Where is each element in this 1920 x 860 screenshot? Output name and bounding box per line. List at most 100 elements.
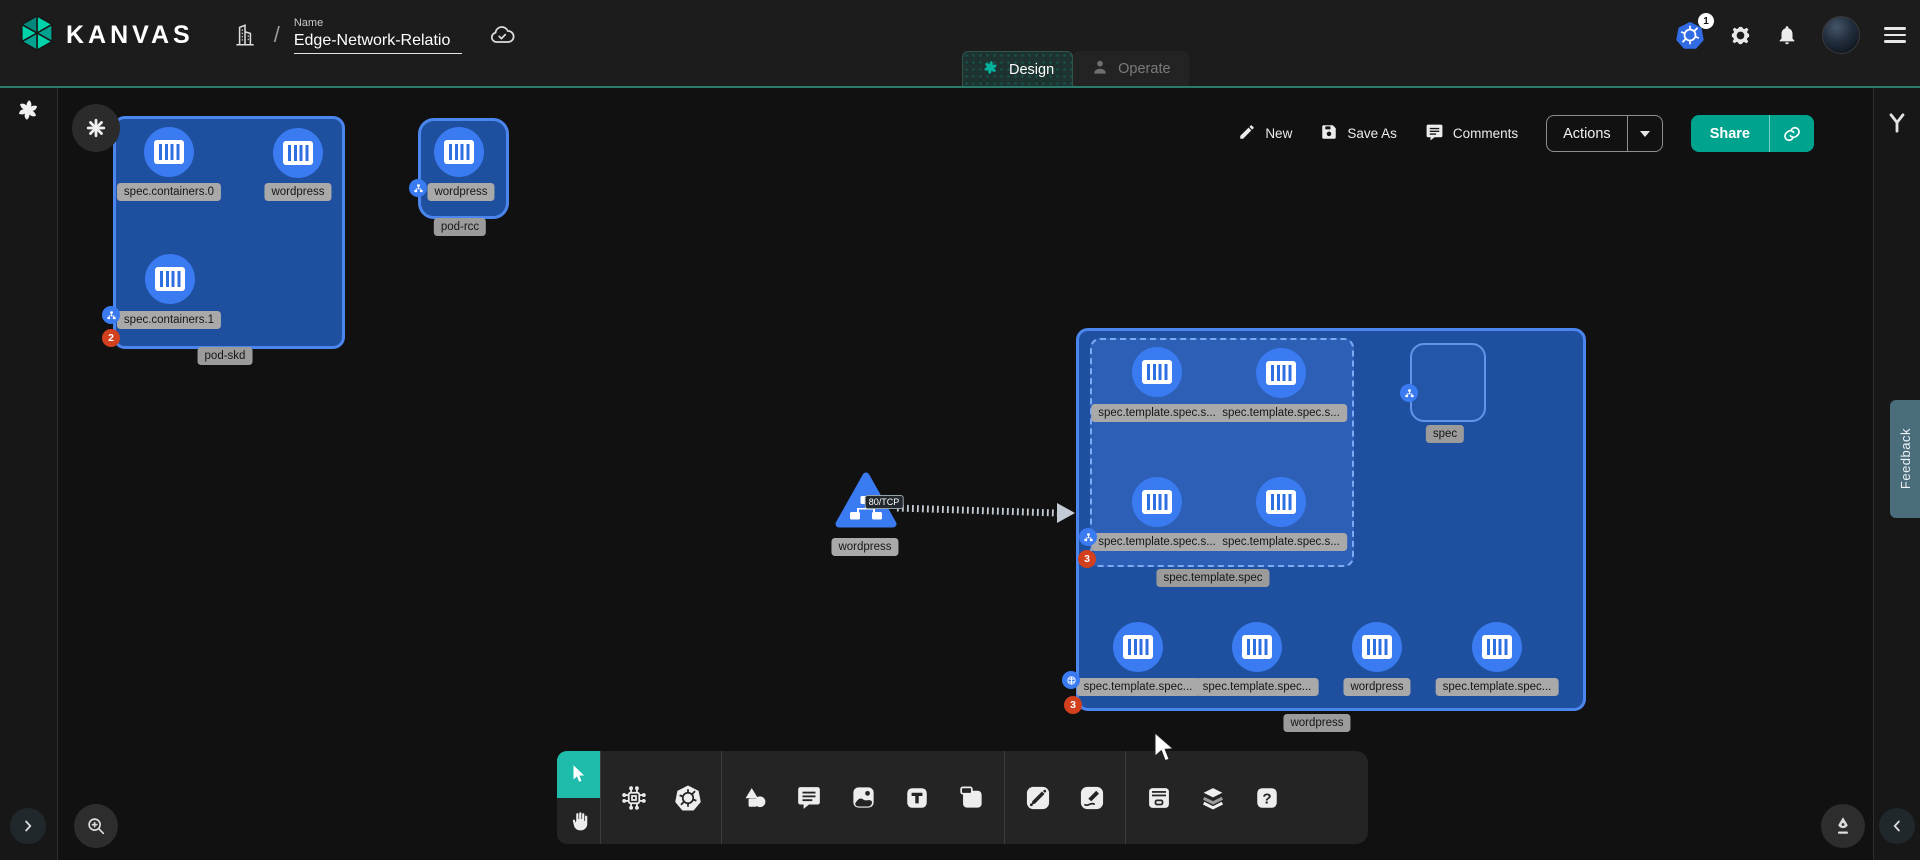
expand-left-panel-button[interactable] bbox=[10, 808, 46, 844]
save-as-button[interactable]: Save As bbox=[1320, 123, 1397, 144]
cursor-arrow-icon bbox=[568, 763, 590, 785]
share-button-label: Share bbox=[1691, 115, 1769, 152]
node-container-rcc-wordpress[interactable] bbox=[434, 127, 484, 177]
canvas-settings-button[interactable] bbox=[72, 104, 120, 152]
tool-image[interactable] bbox=[836, 751, 890, 844]
actions-caret-segment[interactable] bbox=[1628, 116, 1662, 151]
cloud-sync-icon[interactable] bbox=[488, 21, 516, 49]
design-swirl-icon bbox=[981, 58, 1000, 81]
node-label: spec.containers.1 bbox=[117, 311, 221, 329]
actions-dropdown-button[interactable]: Actions bbox=[1546, 115, 1663, 152]
chip-icon bbox=[620, 784, 648, 812]
tool-select[interactable] bbox=[557, 751, 600, 798]
group-label: spec bbox=[1426, 425, 1464, 443]
new-button-label: New bbox=[1265, 126, 1292, 141]
zoom-search-button[interactable] bbox=[74, 804, 118, 848]
pen-nib-button[interactable] bbox=[1821, 804, 1865, 848]
layers-icon bbox=[1199, 784, 1227, 812]
tab-operate[interactable]: Operate bbox=[1073, 51, 1188, 86]
image-icon bbox=[850, 784, 877, 811]
svg-text:?: ? bbox=[1262, 790, 1271, 807]
node-container-template-3[interactable] bbox=[1256, 477, 1306, 527]
organization-icon[interactable] bbox=[232, 22, 258, 48]
node-label: spec.template.spec... bbox=[1196, 678, 1319, 696]
node-spec[interactable] bbox=[1410, 343, 1486, 422]
menu-hamburger-icon[interactable] bbox=[1884, 27, 1906, 43]
node-label: wordpress bbox=[264, 183, 331, 201]
node-label: spec.template.spec.s... bbox=[1091, 533, 1223, 551]
tool-frame[interactable] bbox=[944, 751, 998, 844]
new-button[interactable]: New bbox=[1238, 123, 1292, 144]
tab-design[interactable]: Design bbox=[962, 51, 1073, 87]
kanvas-logo[interactable]: KANVAS bbox=[18, 14, 194, 57]
pod-kind-badge-icon bbox=[1079, 528, 1097, 546]
breadcrumb-slash: / bbox=[274, 22, 280, 48]
new-pencil-icon bbox=[1238, 123, 1256, 144]
design-mode-swirl-icon[interactable] bbox=[14, 96, 42, 129]
tab-design-label: Design bbox=[1009, 62, 1054, 78]
notifications-bell-icon[interactable] bbox=[1776, 24, 1798, 46]
copy-link-segment[interactable] bbox=[1770, 115, 1814, 152]
dock-y-icon[interactable] bbox=[1884, 110, 1910, 141]
design-name-block: Name bbox=[294, 17, 462, 54]
hand-icon bbox=[568, 810, 590, 832]
link-icon bbox=[1782, 124, 1802, 144]
tool-comment[interactable] bbox=[782, 751, 836, 844]
pen-path-icon bbox=[1024, 784, 1052, 812]
drawer-archive-icon bbox=[1145, 784, 1173, 812]
error-count-badge[interactable]: 3 bbox=[1078, 550, 1096, 568]
pod-kind-badge-icon bbox=[102, 306, 120, 324]
tool-freehand-draw[interactable] bbox=[1065, 751, 1119, 844]
tool-drawer[interactable] bbox=[1132, 751, 1186, 844]
question-mark-icon: ? bbox=[1254, 785, 1280, 811]
user-avatar[interactable] bbox=[1822, 16, 1860, 54]
node-container-template-2[interactable] bbox=[1132, 477, 1182, 527]
node-container-template-1[interactable] bbox=[1256, 348, 1306, 398]
tool-text[interactable] bbox=[890, 751, 944, 844]
frame-icon bbox=[958, 784, 985, 811]
comments-button[interactable]: Comments bbox=[1425, 123, 1518, 145]
tool-edge-pen[interactable] bbox=[1011, 751, 1065, 844]
tool-pan[interactable] bbox=[557, 798, 600, 845]
tool-layers[interactable] bbox=[1186, 751, 1240, 844]
logo-text: KANVAS bbox=[66, 21, 194, 50]
app-header: KANVAS / Name bbox=[0, 0, 1920, 86]
node-container-bottom-1[interactable] bbox=[1232, 622, 1282, 672]
node-container-spec-containers-0[interactable] bbox=[144, 127, 194, 177]
feedback-tab[interactable]: Feedback bbox=[1890, 400, 1920, 518]
tool-help[interactable]: ? bbox=[1240, 751, 1294, 844]
group-label: wordpress bbox=[1283, 714, 1350, 732]
error-count-badge[interactable]: 2 bbox=[102, 329, 120, 347]
node-container-bottom-3[interactable] bbox=[1472, 622, 1522, 672]
kubernetes-helm-icon bbox=[673, 783, 703, 813]
tool-component[interactable] bbox=[607, 751, 661, 844]
node-label: wordpress bbox=[831, 538, 898, 556]
node-label: spec.template.spec.s... bbox=[1091, 404, 1223, 422]
tool-kubernetes[interactable] bbox=[661, 751, 715, 844]
node-container-template-0[interactable] bbox=[1132, 347, 1182, 397]
feedback-label: Feedback bbox=[1898, 428, 1913, 489]
error-count-badge[interactable]: 3 bbox=[1064, 696, 1082, 714]
node-container-spec-containers-1[interactable] bbox=[145, 254, 195, 304]
node-label: wordpress bbox=[427, 183, 494, 201]
settings-gear-icon[interactable] bbox=[1729, 24, 1752, 47]
design-name-input[interactable] bbox=[294, 30, 462, 54]
node-label: wordpress bbox=[1343, 678, 1410, 696]
node-label: spec.template.spec.s... bbox=[1215, 404, 1347, 422]
text-icon bbox=[904, 785, 930, 811]
group-label: pod-skd bbox=[198, 347, 253, 365]
save-floppy-icon bbox=[1320, 123, 1338, 144]
tab-operate-label: Operate bbox=[1118, 61, 1170, 77]
design-canvas[interactable]: 80/TCP spec.containers.0 wordpress spec.… bbox=[57, 88, 1874, 860]
node-container-bottom-2[interactable] bbox=[1352, 622, 1402, 672]
pod-kind-badge-icon bbox=[1400, 384, 1418, 402]
node-label: spec.template.spec... bbox=[1436, 678, 1559, 696]
collapse-right-panel-button[interactable] bbox=[1879, 808, 1915, 844]
node-container-bottom-0[interactable] bbox=[1113, 622, 1163, 672]
tool-shapes[interactable] bbox=[728, 751, 782, 844]
share-button[interactable]: Share bbox=[1691, 115, 1814, 152]
node-container-wordpress-1[interactable] bbox=[273, 128, 323, 178]
kubernetes-context-button[interactable]: 1 bbox=[1675, 20, 1705, 50]
pod-kind-badge-icon bbox=[409, 179, 427, 197]
canvas-toolbar: ? bbox=[557, 751, 1368, 844]
